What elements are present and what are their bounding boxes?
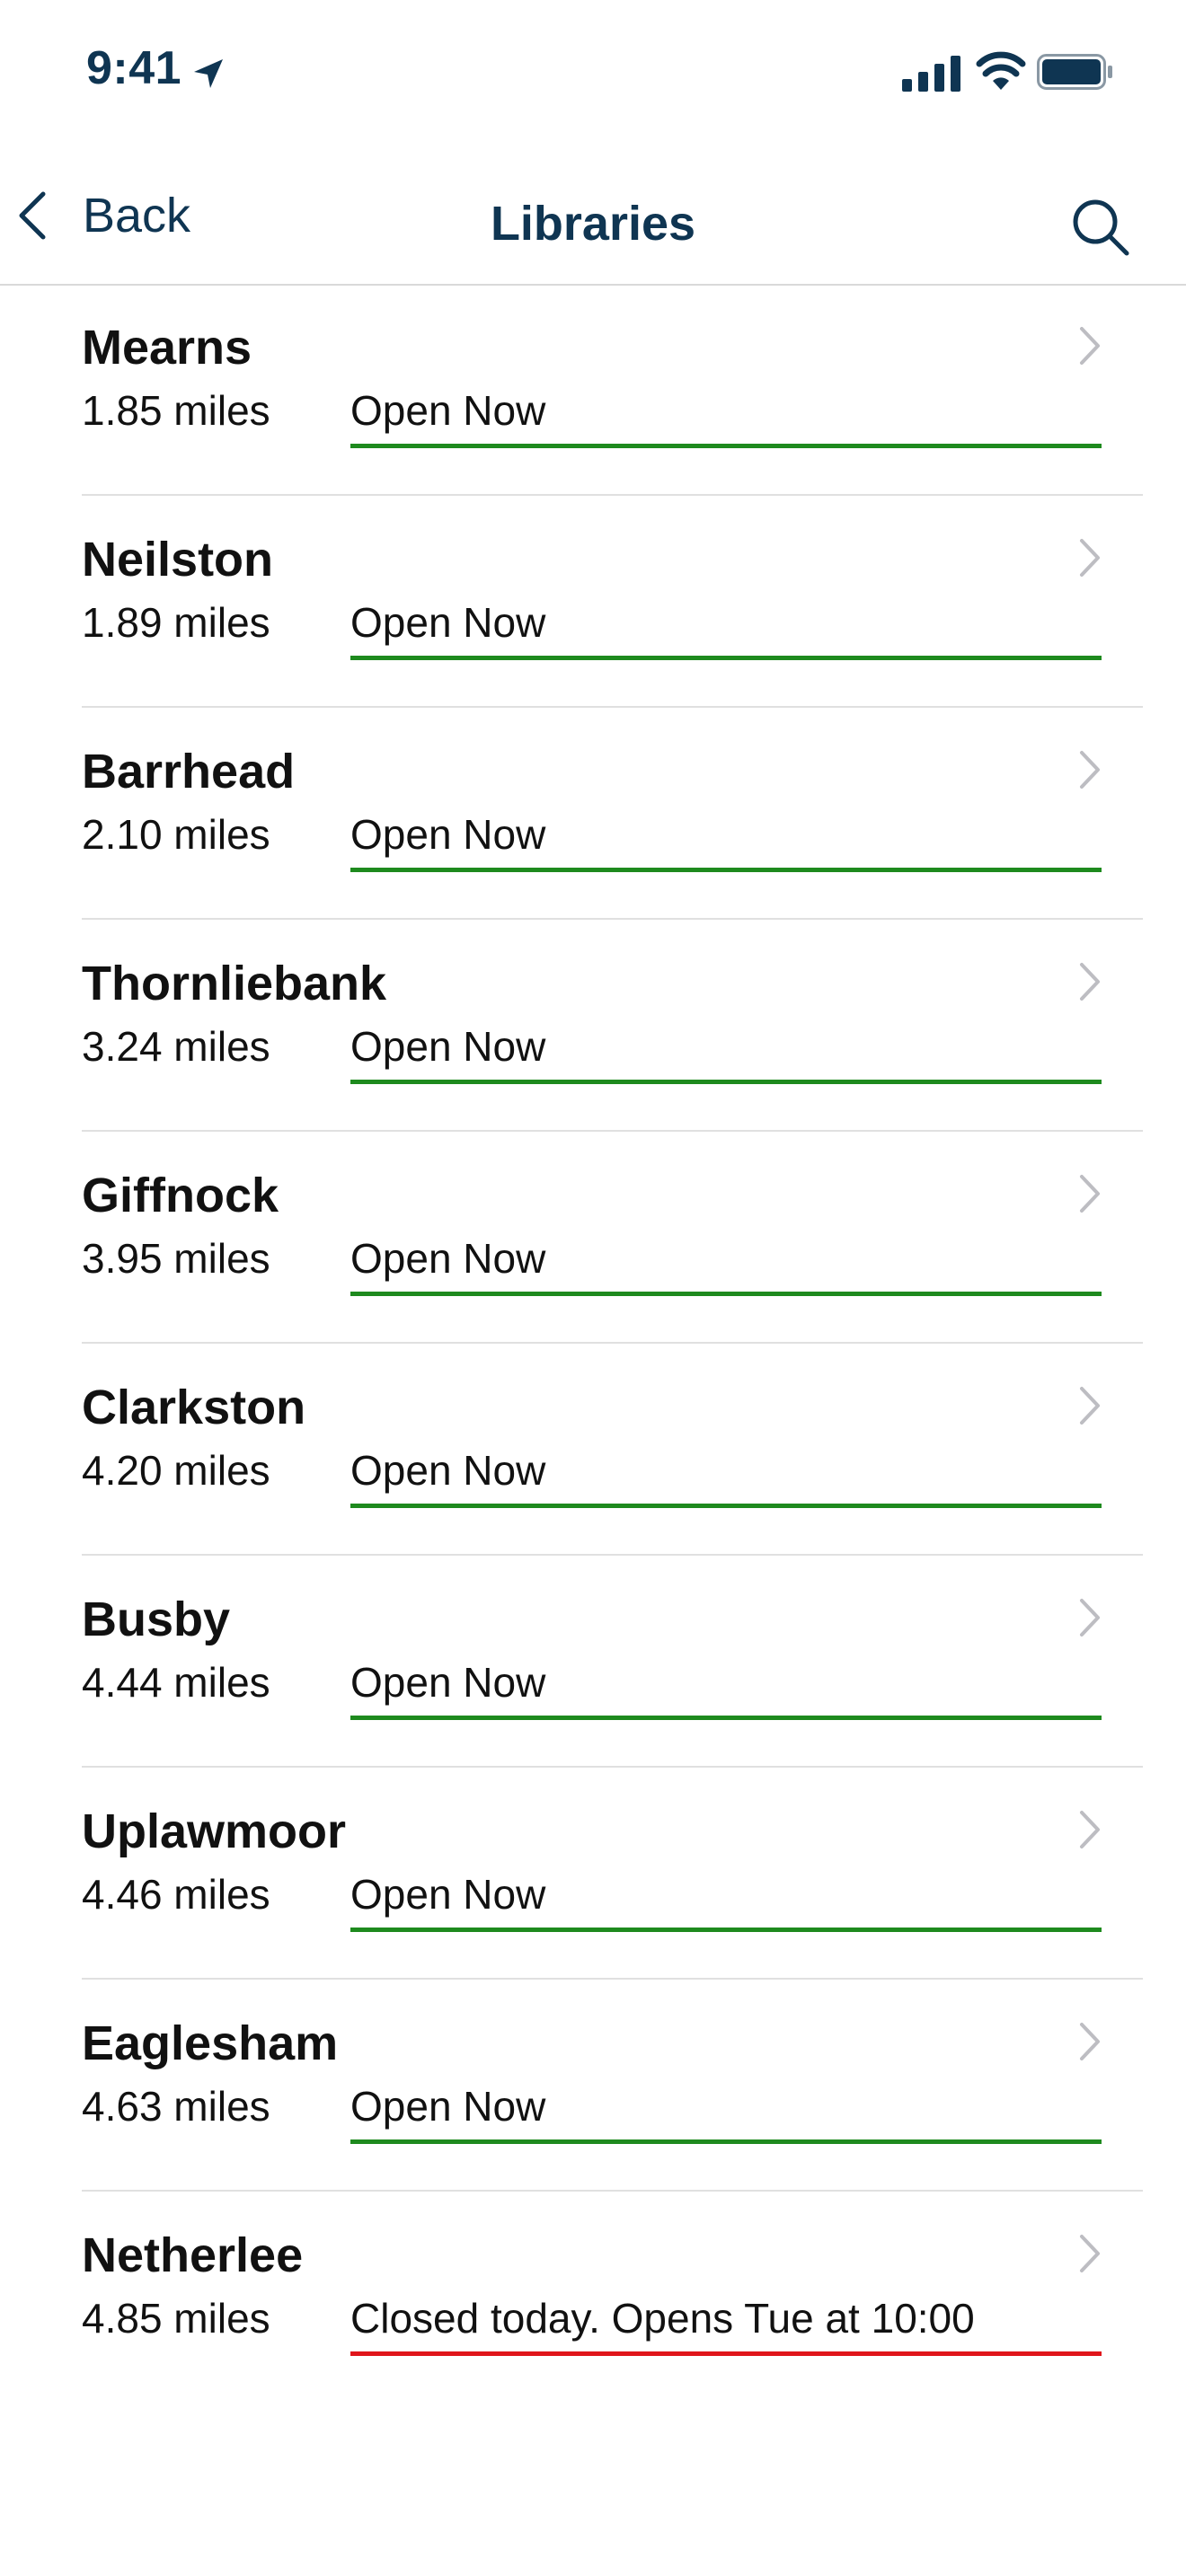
search-icon[interactable] bbox=[1069, 196, 1132, 259]
library-name: Netherlee bbox=[82, 2228, 304, 2282]
library-distance: 4.44 miles bbox=[82, 1659, 270, 1706]
status-bar: 9:41 bbox=[0, 0, 1186, 144]
library-name: Giffnock bbox=[82, 1169, 279, 1222]
status-time: 9:41 bbox=[86, 42, 182, 94]
chevron-right-icon bbox=[1080, 1811, 1100, 1848]
library-row[interactable]: Thornliebank 3.24 miles Open Now bbox=[0, 920, 1186, 1132]
library-name: Thornliebank bbox=[82, 957, 387, 1010]
library-status: Closed today. Opens Tue at 10:00 bbox=[350, 2294, 1102, 2356]
library-row[interactable]: Mearns 1.85 miles Open Now bbox=[0, 284, 1186, 496]
library-name: Clarkston bbox=[82, 1381, 306, 1434]
chevron-right-icon bbox=[1080, 1175, 1100, 1213]
library-name: Mearns bbox=[82, 321, 252, 375]
library-distance: 4.46 miles bbox=[82, 1871, 270, 1918]
battery-icon bbox=[1037, 54, 1112, 90]
library-name: Barrhead bbox=[82, 745, 296, 798]
chevron-right-icon bbox=[1080, 2235, 1100, 2272]
library-status: Open Now bbox=[350, 1446, 1102, 1508]
library-row[interactable]: Eaglesham 4.63 miles Open Now bbox=[0, 1980, 1186, 2192]
chevron-right-icon bbox=[1080, 1599, 1100, 1636]
library-name: Uplawmoor bbox=[82, 1804, 347, 1858]
wifi-icon bbox=[976, 51, 1026, 90]
library-row[interactable]: Busby 4.44 miles Open Now bbox=[0, 1556, 1186, 1768]
library-status: Open Now bbox=[350, 1234, 1102, 1296]
chevron-right-icon bbox=[1080, 751, 1100, 789]
library-status: Open Now bbox=[350, 810, 1102, 872]
library-distance: 3.95 miles bbox=[82, 1235, 270, 1282]
library-row[interactable]: Giffnock 3.95 miles Open Now bbox=[0, 1132, 1186, 1344]
chevron-right-icon bbox=[1080, 1387, 1100, 1425]
chevron-right-icon bbox=[1080, 2023, 1100, 2060]
library-status: Open Now bbox=[350, 598, 1102, 660]
library-list: Mearns 1.85 miles Open Now Neilston 1.89… bbox=[0, 284, 1186, 2404]
chevron-right-icon bbox=[1080, 327, 1100, 365]
library-name: Busby bbox=[82, 1592, 231, 1646]
location-arrow-icon bbox=[194, 59, 223, 88]
navigation-bar: Back Libraries bbox=[0, 144, 1186, 286]
library-row[interactable]: Uplawmoor 4.46 miles Open Now bbox=[0, 1768, 1186, 1980]
chevron-right-icon bbox=[1080, 963, 1100, 1001]
library-status: Open Now bbox=[350, 386, 1102, 448]
library-row[interactable]: Neilston 1.89 miles Open Now bbox=[0, 496, 1186, 708]
chevron-right-icon bbox=[1080, 539, 1100, 577]
library-status: Open Now bbox=[350, 1870, 1102, 1932]
library-name: Eaglesham bbox=[82, 2016, 339, 2070]
library-distance: 4.20 miles bbox=[82, 1447, 270, 1494]
library-distance: 4.63 miles bbox=[82, 2083, 270, 2130]
library-distance: 3.24 miles bbox=[82, 1023, 270, 1070]
library-row[interactable]: Clarkston 4.20 miles Open Now bbox=[0, 1344, 1186, 1556]
library-distance: 4.85 miles bbox=[82, 2295, 270, 2342]
page-title: Libraries bbox=[490, 197, 696, 251]
library-status: Open Now bbox=[350, 1658, 1102, 1720]
library-distance: 1.89 miles bbox=[82, 599, 270, 646]
cellular-signal-icon bbox=[902, 56, 960, 92]
library-status: Open Now bbox=[350, 1022, 1102, 1084]
library-row[interactable]: Netherlee 4.85 miles Closed today. Opens… bbox=[0, 2192, 1186, 2404]
library-status: Open Now bbox=[350, 2082, 1102, 2144]
library-distance: 1.85 miles bbox=[82, 387, 270, 434]
library-row[interactable]: Barrhead 2.10 miles Open Now bbox=[0, 708, 1186, 920]
library-name: Neilston bbox=[82, 533, 274, 587]
library-distance: 2.10 miles bbox=[82, 811, 270, 858]
